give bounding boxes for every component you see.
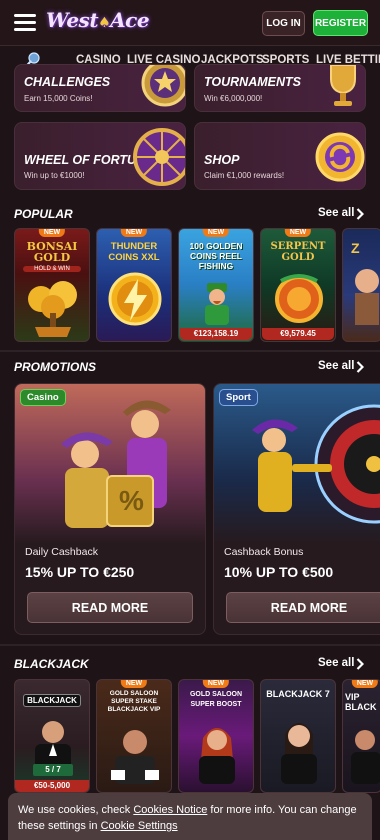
game-title: BLACKJACK 7 — [266, 689, 330, 699]
card-title: TOURNAMENTS — [204, 75, 301, 89]
jackpot-amount: €9,579.45 — [262, 328, 334, 340]
shop-card[interactable]: SHOP Claim €1,000 rewards! — [194, 122, 366, 190]
blackjack-title: BLACKJACK — [14, 657, 89, 671]
zeus-figure-icon: Z — [351, 240, 379, 325]
read-more-button[interactable]: READ MORE — [27, 592, 193, 623]
game-tile-blackjack-7[interactable]: BLACKJACK 7 — [260, 679, 336, 793]
cookie-text: We use cookies, check — [18, 804, 134, 816]
card-subtitle: Win up to €1000! — [24, 171, 85, 180]
promo-card-casino[interactable]: % Casino Daily Cashback 15% UP TO €250 R… — [14, 383, 206, 635]
promo-offer: 10% UP TO €500 — [224, 564, 334, 580]
card-subtitle: Win €6,000,000! — [204, 94, 263, 103]
logo-text-west: West — [46, 8, 99, 32]
promo-image-sport — [214, 384, 380, 544]
cookie-settings-link[interactable]: Cookie Settings — [101, 820, 178, 832]
new-badge: NEW — [202, 680, 230, 688]
promo-label: Cashback Bonus — [224, 546, 304, 558]
logo[interactable]: West♠Ace — [46, 8, 150, 32]
svg-text:%: % — [119, 485, 144, 516]
logo-text-ace: Ace — [110, 8, 150, 32]
game-tile-thunder-coins[interactable]: NEW THUNDER COINS XXL — [96, 228, 172, 342]
menu-icon[interactable] — [14, 14, 36, 32]
read-more-button[interactable]: READ MORE — [226, 592, 380, 623]
chevron-right-icon[interactable] — [356, 208, 364, 220]
card-title: SHOP — [204, 153, 240, 167]
game-title: GOLD SALOON SUPER BOOST — [189, 691, 243, 708]
cookies-notice-link[interactable]: Cookies Notice — [133, 804, 207, 816]
fisherman-icon — [205, 283, 229, 325]
promo-label: Daily Cashback — [25, 546, 98, 558]
coin-icon — [315, 132, 365, 182]
new-badge: NEW — [120, 229, 148, 237]
blackjack-see-all[interactable]: See all — [318, 657, 354, 669]
chevron-right-icon[interactable] — [356, 658, 364, 670]
promo-tag-sport: Sport — [219, 389, 258, 406]
game-tile-bonsai-gold[interactable]: NEW BONSAI GOLD HOLD & WIN — [14, 228, 90, 342]
promo-image-casino: % — [15, 384, 205, 544]
card-subtitle: Claim €1,000 rewards! — [204, 171, 285, 180]
new-badge: NEW — [38, 229, 66, 237]
promo-offer: 15% UP TO €250 — [25, 564, 135, 580]
login-button[interactable]: LOG IN — [262, 11, 305, 36]
dealer-icon — [111, 730, 159, 784]
card-subtitle: Earn 15,000 Coins! — [24, 94, 93, 103]
popular-see-all[interactable]: See all — [318, 207, 354, 219]
challenges-card[interactable]: CHALLENGES Earn 15,000 Coins! — [14, 64, 186, 112]
promotions-see-all[interactable]: See all — [318, 360, 354, 372]
promotions-title: PROMOTIONS — [14, 360, 97, 374]
game-title: VIP BLACK — [345, 692, 377, 712]
table-limits: €50-5,000 — [15, 780, 89, 792]
dealer-icon — [199, 728, 235, 784]
cookie-banner: We use cookies, check Cookies Notice for… — [8, 793, 372, 840]
dealer-icon — [281, 723, 317, 784]
lightning-coin-icon — [108, 272, 162, 326]
game-title: THUNDER COINS XXL — [108, 241, 160, 263]
new-badge: NEW — [120, 680, 148, 688]
game-tile-vip-black[interactable]: NEW VIP BLACK — [342, 679, 380, 793]
register-button[interactable]: REGISTER — [313, 10, 368, 36]
seats-indicator: 5 / 7 — [33, 764, 73, 776]
new-badge: NEW — [202, 229, 230, 237]
fortune-wheel-icon — [133, 128, 185, 186]
tournaments-card[interactable]: TOURNAMENTS Win €6,000,000! — [194, 64, 366, 112]
dealer-icon — [351, 730, 380, 784]
svg-text:Z: Z — [351, 240, 360, 256]
game-tile-gold-saloon-vip[interactable]: NEW GOLD SALOON SUPER STAKE BLACKJACK VI… — [96, 679, 172, 793]
section-divider — [0, 350, 380, 352]
popular-title: POPULAR — [14, 207, 73, 221]
star-medal-icon — [141, 65, 185, 107]
game-tile-serpent-gold[interactable]: NEW SERPENT GOLD €9,579.45 — [260, 228, 336, 342]
game-title: 100 GOLDEN COINS REEL FISHING — [189, 241, 243, 271]
game-tile-reel-fishing[interactable]: NEW 100 GOLDEN COINS REEL FISHING €123,1… — [178, 228, 254, 342]
game-tile-partial[interactable]: Z — [342, 228, 380, 342]
promo-card-sport[interactable]: Sport Cashback Bonus 10% UP TO €500 READ… — [213, 383, 380, 635]
trophy-icon — [330, 65, 356, 106]
bonsai-tree-icon — [28, 281, 77, 337]
jackpot-amount: €123,158.19 — [180, 328, 252, 340]
game-tile-gold-saloon-super-boost[interactable]: NEW GOLD SALOON SUPER BOOST — [178, 679, 254, 793]
game-tagline: HOLD & WIN — [23, 266, 81, 272]
game-title: SERPENT GOLD — [270, 241, 326, 263]
wheel-of-fortune-card[interactable]: WHEEL OF FORTUNE Win up to €1000! — [14, 122, 186, 190]
game-tile-blackjack[interactable]: BLACKJACK 5 / 7 €50-5,000 — [14, 679, 90, 793]
page: West♠Ace LOG IN REGISTER CASINO LIVE CAS… — [0, 0, 380, 840]
card-title: CHALLENGES — [24, 75, 111, 89]
new-badge: NEW — [284, 229, 312, 237]
game-title: BLACKJACK — [23, 694, 81, 707]
game-title: BONSAI GOLD — [26, 240, 78, 264]
top-header: West♠Ace LOG IN REGISTER — [0, 0, 380, 46]
chevron-right-icon[interactable] — [356, 361, 364, 373]
promo-tag-casino: Casino — [20, 389, 66, 406]
new-badge: NEW — [351, 680, 379, 688]
serpent-orb-icon — [275, 274, 323, 323]
section-divider — [0, 644, 380, 646]
game-title: GOLD SALOON SUPER STAKE BLACKJACK VIP — [107, 690, 161, 713]
logo-star-icon: ♠ — [98, 15, 111, 31]
